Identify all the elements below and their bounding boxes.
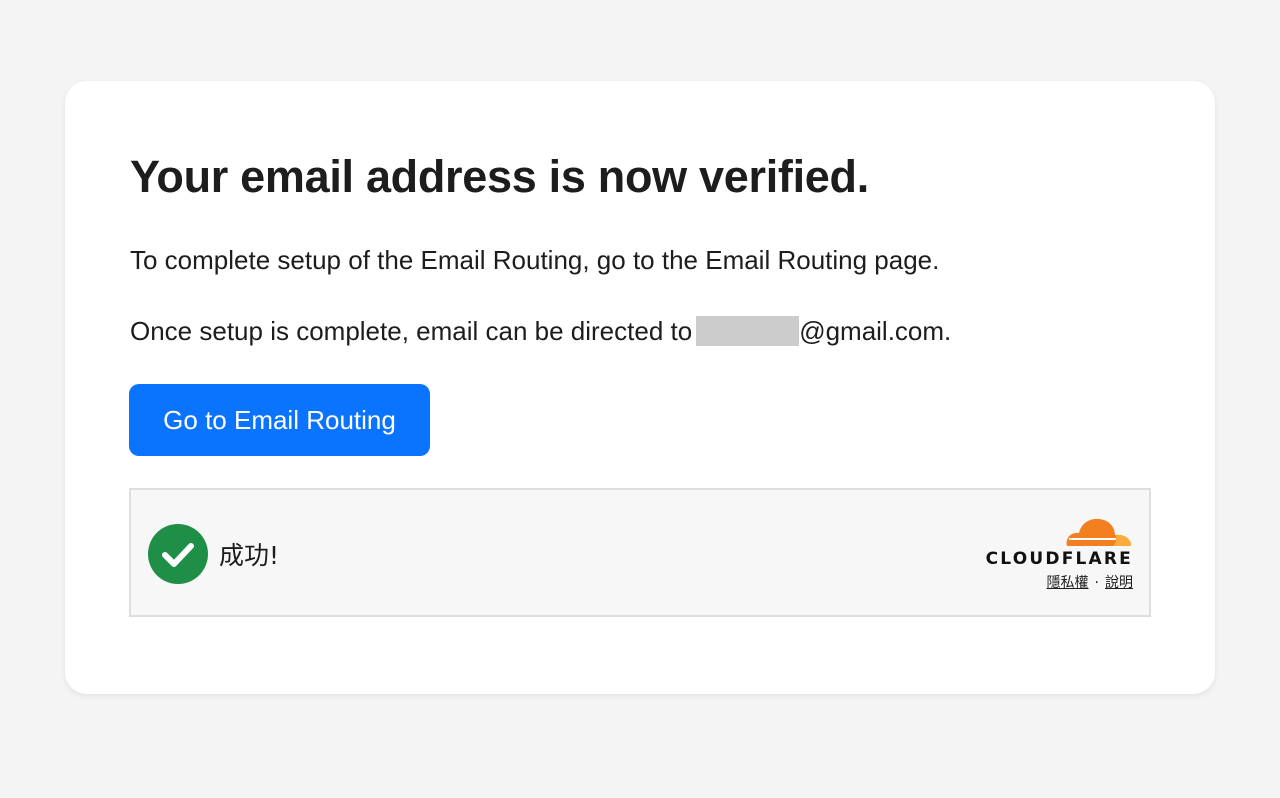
- setup-instructions: To complete setup of the Email Routing, …: [130, 245, 940, 275]
- redacted-email-username: [696, 316, 800, 346]
- privacy-link[interactable]: 隱私權: [1047, 575, 1089, 591]
- email-domain: @gmail.com.: [799, 316, 952, 346]
- go-to-email-routing-button[interactable]: Go to Email Routing: [129, 384, 430, 456]
- link-separator: ·: [1094, 575, 1099, 591]
- destination-info: Once setup is complete, email can be dir…: [130, 316, 951, 347]
- help-link[interactable]: 說明: [1105, 575, 1133, 591]
- verification-card: Your email address is now verified. To c…: [65, 81, 1215, 694]
- widget-footer-links: 隱私權 · 說明: [1047, 572, 1133, 592]
- page-title: Your email address is now verified.: [130, 151, 869, 202]
- destination-prefix: Once setup is complete, email can be dir…: [130, 316, 693, 346]
- success-message: 成功!: [219, 541, 280, 570]
- cloudflare-cloud-icon: [1066, 518, 1131, 546]
- cloudflare-logo: CLOUDFLARE: [983, 512, 1133, 572]
- turnstile-widget: 成功! CLOUDFLARE 隱私權 · 說明: [129, 488, 1151, 617]
- check-circle-icon: [148, 524, 208, 584]
- cloudflare-wordmark: CLOUDFLARE: [985, 549, 1133, 569]
